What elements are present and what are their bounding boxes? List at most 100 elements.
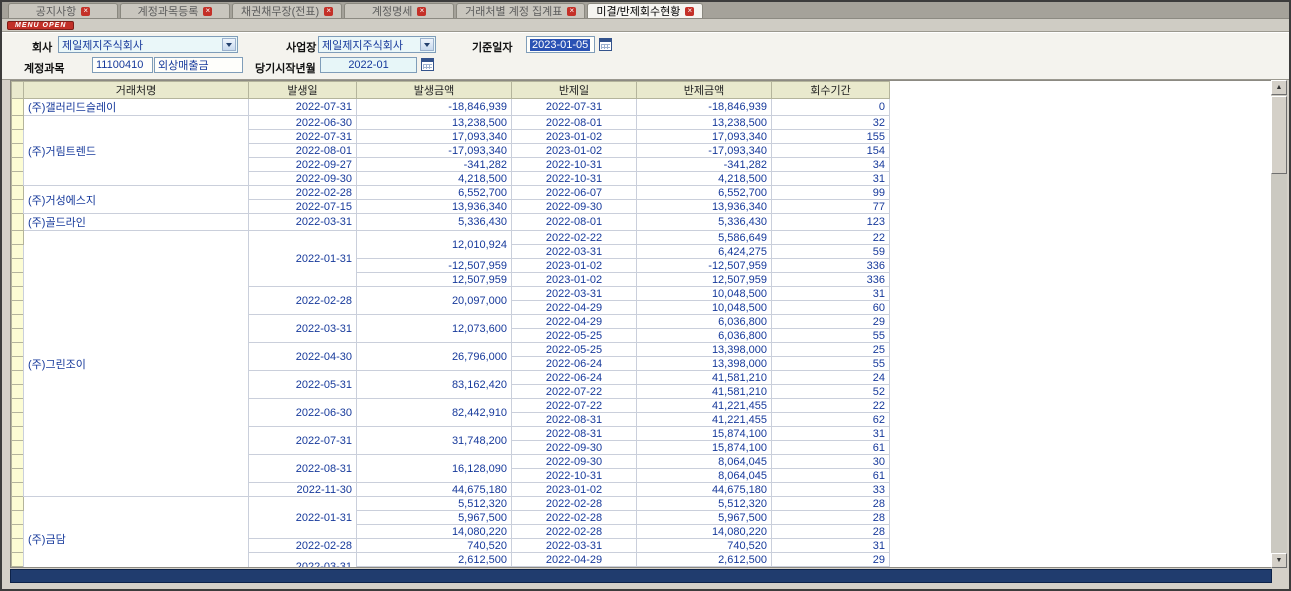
col-header-settle-date[interactable]: 반제일 xyxy=(512,82,637,99)
cell-per[interactable]: 22 xyxy=(772,399,890,413)
tab-account-detail[interactable]: 계정명세 xyxy=(344,3,454,18)
cell-per[interactable]: 336 xyxy=(772,273,890,287)
row-header-cell[interactable] xyxy=(12,259,24,273)
row-header-cell[interactable] xyxy=(12,186,24,200)
row-header-cell[interactable] xyxy=(12,427,24,441)
cell-sdate[interactable]: 2022-10-31 xyxy=(512,469,637,483)
cell-samt[interactable]: 13,398,000 xyxy=(637,357,772,371)
cell-samt[interactable]: 740,520 xyxy=(637,539,772,553)
tab-close-icon[interactable] xyxy=(203,7,212,16)
cell-samt[interactable]: -18,846,939 xyxy=(637,99,772,116)
cell-samt[interactable]: 5,967,500 xyxy=(637,511,772,525)
col-header-customer[interactable]: 거래처명 xyxy=(24,82,249,99)
cell-samt[interactable]: 6,036,800 xyxy=(637,315,772,329)
cell-samt[interactable]: 12,507,959 xyxy=(637,273,772,287)
row-header-cell[interactable] xyxy=(12,525,24,539)
cell-per[interactable]: 29 xyxy=(772,553,890,567)
row-header-cell[interactable] xyxy=(12,315,24,329)
row-header-cell[interactable] xyxy=(12,553,24,567)
tab-notice[interactable]: 공지사항 xyxy=(8,3,118,18)
row-header-cell[interactable] xyxy=(12,158,24,172)
cell-samt[interactable]: 17,093,340 xyxy=(637,130,772,144)
horizontal-scrollbar[interactable] xyxy=(10,569,1272,583)
cell-sdate[interactable]: 2023-01-02 xyxy=(512,259,637,273)
row-header-cell[interactable] xyxy=(12,231,24,245)
cell-per[interactable]: 77 xyxy=(772,200,890,214)
scroll-down-icon[interactable] xyxy=(1271,553,1287,568)
cell-samt[interactable]: 6,036,800 xyxy=(637,329,772,343)
cell-samt[interactable]: 14,080,220 xyxy=(637,525,772,539)
cell-date[interactable]: 2022-09-30 xyxy=(249,172,357,186)
cell-cust[interactable]: (주)그린조이 xyxy=(24,231,249,497)
cell-per[interactable]: 55 xyxy=(772,329,890,343)
cell-samt[interactable]: 13,398,000 xyxy=(637,343,772,357)
cell-sdate[interactable]: 2022-03-31 xyxy=(512,287,637,301)
cell-amt[interactable]: 82,442,910 xyxy=(357,399,512,427)
cell-sdate[interactable]: 2022-04-29 xyxy=(512,315,637,329)
row-header-cell[interactable] xyxy=(12,329,24,343)
vertical-scroll-thumb[interactable] xyxy=(1271,96,1287,174)
cell-date[interactable]: 2022-01-31 xyxy=(249,497,357,539)
cell-amt[interactable]: 31,748,200 xyxy=(357,427,512,455)
cell-per[interactable]: 31 xyxy=(772,287,890,301)
cell-samt[interactable]: 41,581,210 xyxy=(637,371,772,385)
tab-customer-account-summary[interactable]: 거래처별 계정 집계표 xyxy=(456,3,585,18)
cell-sdate[interactable]: 2023-01-02 xyxy=(512,144,637,158)
cell-cust[interactable]: (주)금담 xyxy=(24,497,249,569)
row-header-cell[interactable] xyxy=(12,497,24,511)
row-header-cell[interactable] xyxy=(12,287,24,301)
cell-samt[interactable]: 5,512,320 xyxy=(637,497,772,511)
row-header-cell[interactable] xyxy=(12,214,24,231)
cell-amt[interactable]: 2,612,500 xyxy=(357,553,512,567)
cell-per[interactable]: 34 xyxy=(772,158,890,172)
row-header-cell[interactable] xyxy=(12,567,24,569)
cell-cust[interactable]: (주)거림트렌드 xyxy=(24,116,249,186)
cell-samt[interactable]: 13,238,500 xyxy=(637,116,772,130)
cell-samt[interactable]: 44,675,180 xyxy=(637,483,772,497)
cell-sdate[interactable]: 2022-08-31 xyxy=(512,427,637,441)
cell-per[interactable]: 29 xyxy=(772,315,890,329)
cell-sdate[interactable]: 2022-09-30 xyxy=(512,455,637,469)
cell-date[interactable]: 2022-02-28 xyxy=(249,186,357,200)
cell-sdate[interactable]: 2022-06-24 xyxy=(512,371,637,385)
cell-amt[interactable]: -341,282 xyxy=(357,158,512,172)
cell-per[interactable]: 61 xyxy=(772,441,890,455)
cell-per[interactable]: 61 xyxy=(772,469,890,483)
cell-sdate[interactable]: 2022-04-29 xyxy=(512,301,637,315)
row-header-cell[interactable] xyxy=(12,385,24,399)
cell-sdate[interactable]: 2022-08-31 xyxy=(512,413,637,427)
cell-samt[interactable]: -341,282 xyxy=(637,158,772,172)
cell-sdate[interactable]: 2022-02-22 xyxy=(512,231,637,245)
cell-per[interactable]: 52 xyxy=(772,385,890,399)
col-header-occur-amount[interactable]: 발생금액 xyxy=(357,82,512,99)
cell-amt[interactable]: 5,336,430 xyxy=(357,214,512,231)
cell-amt[interactable]: 740,520 xyxy=(357,539,512,553)
row-header-cell[interactable] xyxy=(12,483,24,497)
cell-amt[interactable]: 83,162,420 xyxy=(357,371,512,399)
cell-sdate[interactable]: 2022-06-07 xyxy=(512,186,637,200)
tab-account-registration[interactable]: 계정과목등록 xyxy=(120,3,230,18)
row-header-cell[interactable] xyxy=(12,469,24,483)
cell-date[interactable]: 2022-06-30 xyxy=(249,399,357,427)
cell-sdate[interactable]: 2023-01-02 xyxy=(512,273,637,287)
account-code-input[interactable]: 11100410 xyxy=(92,57,153,73)
cell-date[interactable]: 2022-07-31 xyxy=(249,427,357,455)
cell-date[interactable]: 2022-04-30 xyxy=(249,343,357,371)
cell-samt[interactable]: 2,612,500 xyxy=(637,553,772,567)
cell-cust[interactable]: (주)거성에스지 xyxy=(24,186,249,214)
cell-amt[interactable]: 13,936,340 xyxy=(357,200,512,214)
tab-close-icon[interactable] xyxy=(81,7,90,16)
tab-close-icon[interactable] xyxy=(685,7,694,16)
row-header-cell[interactable] xyxy=(12,99,24,116)
cell-date[interactable]: 2022-03-31 xyxy=(249,214,357,231)
cell-per[interactable]: 28 xyxy=(772,497,890,511)
row-header-cell[interactable] xyxy=(12,144,24,158)
cell-date[interactable]: 2022-02-28 xyxy=(249,287,357,315)
company-select[interactable]: 제일제지주식회사 xyxy=(58,36,238,53)
col-header-occur-date[interactable]: 발생일 xyxy=(249,82,357,99)
cell-per[interactable]: 32 xyxy=(772,116,890,130)
cell-sdate[interactable]: 2022-04-29 xyxy=(512,553,637,567)
row-header-cell[interactable] xyxy=(12,116,24,130)
cell-date[interactable]: 2022-02-28 xyxy=(249,539,357,553)
cell-amt[interactable]: -12,507,959 xyxy=(357,259,512,273)
